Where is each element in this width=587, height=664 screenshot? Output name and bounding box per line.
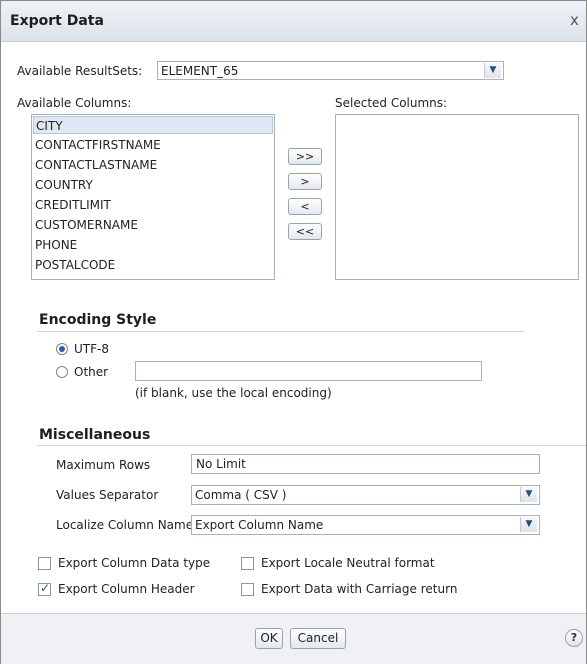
available-columns-label: Available Columns: (17, 96, 132, 110)
encoding-style-heading: Encoding Style (39, 312, 157, 328)
list-item-contactfirstname[interactable]: CONTACTFIRSTNAME (33, 136, 275, 154)
max-rows-value: No Limit (196, 457, 246, 471)
list-item-customername[interactable]: CUSTOMERNAME (33, 216, 275, 234)
other-radio[interactable] (56, 366, 68, 378)
values-separator-label: Values Separator (56, 488, 159, 502)
dialog-title: Export Data (10, 13, 104, 29)
localize-column-label: Localize Column Name (56, 518, 194, 532)
list-item-creditlimit[interactable]: CREDITLIMIT (33, 196, 275, 214)
export-locale-neutral-label: Export Locale Neutral format (261, 556, 435, 570)
resultsets-select[interactable]: ELEMENT_65 ▼ (157, 61, 504, 80)
utf8-radio[interactable] (56, 343, 68, 355)
available-columns-list[interactable]: CITY CONTACTFIRSTNAME CONTACTLASTNAME CO… (31, 114, 275, 280)
close-icon[interactable]: x (570, 11, 579, 29)
other-encoding-input[interactable] (135, 361, 482, 381)
add-all-button[interactable]: >> (288, 148, 322, 165)
selected-columns-label: Selected Columns: (335, 96, 448, 110)
miscellaneous-heading: Miscellaneous (39, 427, 151, 443)
max-rows-input[interactable]: No Limit (191, 454, 540, 474)
chevron-down-icon[interactable]: ▼ (520, 517, 537, 532)
export-column-header-checkbox[interactable] (38, 581, 51, 596)
misc-divider (37, 445, 586, 446)
remove-all-button[interactable]: << (288, 223, 322, 240)
export-carriage-return-label: Export Data with Carriage return (261, 582, 458, 596)
localize-column-value: Export Column Name (195, 518, 324, 532)
ok-button[interactable]: OK (255, 628, 283, 649)
export-locale-neutral-checkbox[interactable] (241, 557, 254, 570)
max-rows-label: Maximum Rows (56, 458, 151, 472)
resultsets-value: ELEMENT_65 (161, 64, 239, 78)
export-data-dialog: Export Data x Available ResultSets: ELEM… (0, 0, 587, 664)
list-item-postalcode[interactable]: POSTALCODE (33, 256, 275, 274)
export-carriage-return-checkbox[interactable] (241, 583, 254, 596)
list-item-country[interactable]: COUNTRY (33, 176, 275, 194)
remove-button[interactable]: < (288, 198, 322, 215)
export-column-data-type-label: Export Column Data type (58, 556, 211, 570)
resultsets-label: Available ResultSets: (17, 64, 143, 78)
list-item-city[interactable]: CITY (33, 116, 273, 134)
list-item-phone[interactable]: PHONE (33, 236, 275, 254)
selected-columns-list[interactable] (335, 114, 579, 280)
cancel-button[interactable]: Cancel (290, 628, 346, 649)
chevron-down-icon[interactable]: ▼ (520, 487, 537, 502)
other-label: Other (74, 365, 109, 379)
title-bar: Export Data x (1, 1, 586, 42)
encoding-divider (37, 331, 524, 332)
chevron-down-icon[interactable]: ▼ (484, 63, 501, 78)
values-separator-value: Comma ( CSV ) (195, 488, 287, 502)
export-column-header-label: Export Column Header (58, 582, 195, 596)
utf8-label: UTF-8 (74, 342, 109, 356)
list-item-contactlastname[interactable]: CONTACTLASTNAME (33, 156, 275, 174)
values-separator-select[interactable]: Comma ( CSV ) ▼ (191, 485, 540, 505)
localize-column-select[interactable]: Export Column Name ▼ (191, 515, 540, 535)
dialog-footer: OK Cancel ? (1, 613, 586, 664)
add-button[interactable]: > (288, 173, 322, 190)
encoding-hint: (if blank, use the local encoding) (135, 386, 332, 400)
help-icon[interactable]: ? (565, 629, 583, 647)
export-column-data-type-checkbox[interactable] (38, 557, 51, 570)
